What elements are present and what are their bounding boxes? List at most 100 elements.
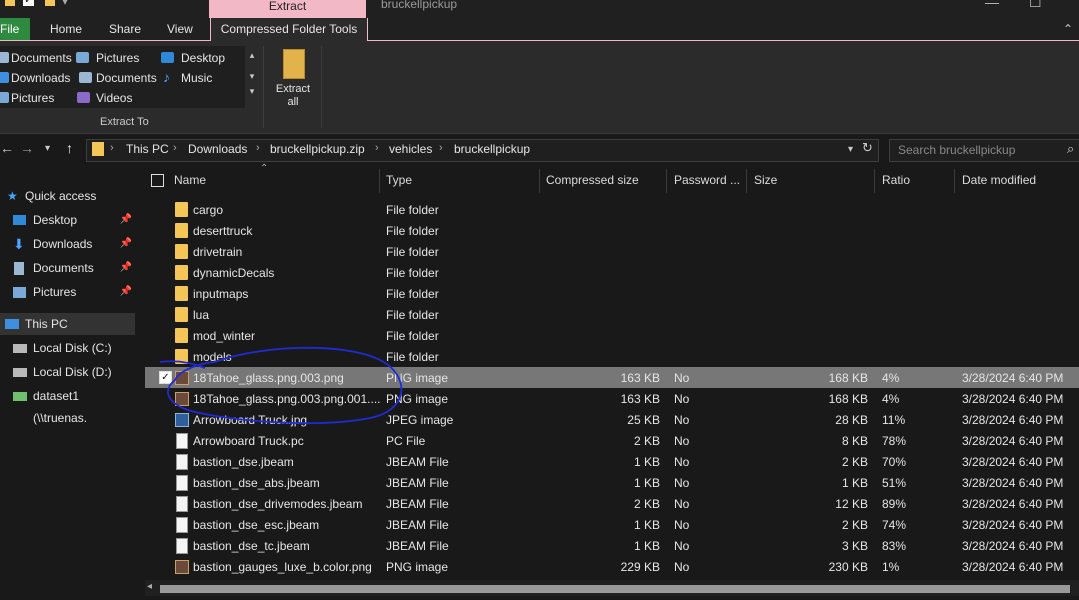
chevron-down-icon[interactable]: ▾ xyxy=(45,143,50,154)
refresh-icon[interactable]: ↻ xyxy=(862,140,873,156)
minimize-icon[interactable]: — xyxy=(985,0,999,10)
search-icon[interactable]: ⌕ xyxy=(1067,141,1074,157)
up-icon[interactable]: ↑ xyxy=(66,140,73,156)
nav-local-disk-d[interactable]: Local Disk (D:) xyxy=(0,361,135,383)
table-row[interactable]: 18Tahoe_glass.png.003.png.001.... PNG ima… xyxy=(145,388,1079,409)
gallery-documents[interactable]: Documents xyxy=(11,51,72,65)
column-compressed-size[interactable]: Compressed size xyxy=(546,173,639,187)
music-icon: ♪ xyxy=(163,69,170,85)
nav-documents[interactable]: Documents 📌 xyxy=(0,257,135,279)
column-date-modified[interactable]: Date modified xyxy=(962,173,1036,187)
column-divider[interactable] xyxy=(539,169,540,193)
breadcrumb-downloads[interactable]: Downloads xyxy=(188,142,247,156)
table-row[interactable]: inputmaps File folder xyxy=(145,283,1079,304)
gallery-music[interactable]: Music xyxy=(181,71,212,85)
breadcrumb-bruckellpickup[interactable]: bruckellpickup xyxy=(454,142,530,156)
drive-icon xyxy=(13,368,27,377)
expand-icon[interactable]: ▾ xyxy=(245,86,259,97)
table-row[interactable]: bastion_dse_abs.jbeam JBEAM File 1 KB No 1 K… xyxy=(145,472,1079,493)
breadcrumb-zip[interactable]: bruckellpickup.zip xyxy=(270,142,365,156)
chevron-down-icon[interactable]: ▾ xyxy=(245,71,259,82)
gallery-documents-2[interactable]: Documents xyxy=(96,71,157,85)
folder-icon xyxy=(175,328,188,343)
search-input[interactable]: Search bruckellpickup xyxy=(898,143,1015,157)
gallery-downloads[interactable]: Downloads xyxy=(11,71,70,85)
column-type[interactable]: Type xyxy=(386,173,412,187)
folder-icon xyxy=(175,307,188,322)
nav-desktop[interactable]: Desktop 📌 xyxy=(0,209,135,231)
table-row[interactable]: Arrowboard Truck.pc PC File 2 KB No 8 KB 78% 3… xyxy=(145,430,1079,451)
file-date: 3/28/2024 6:40 PM xyxy=(962,455,1064,469)
column-divider[interactable] xyxy=(954,169,955,193)
tab-home[interactable]: Home xyxy=(50,18,82,40)
table-row[interactable]: lua File folder xyxy=(145,304,1079,325)
column-divider[interactable] xyxy=(379,169,380,193)
gallery-desktop[interactable]: Desktop xyxy=(181,51,225,65)
table-row[interactable]: models File folder xyxy=(145,346,1079,367)
table-row[interactable]: bastion_dse_drivemodes.jbeam JBEAM File 2 … xyxy=(145,493,1079,514)
folder-icon xyxy=(92,142,104,156)
table-row[interactable]: bastion_dse_esc.jbeam JBEAM File 1 KB No 2 K… xyxy=(145,514,1079,535)
table-row[interactable]: bastion_dse.jbeam JBEAM File 1 KB No 2 KB 70%… xyxy=(145,451,1079,472)
gallery-pictures[interactable]: Pictures xyxy=(96,51,139,65)
breadcrumb-vehicles[interactable]: vehicles xyxy=(389,142,432,156)
nav-downloads[interactable]: ⬇ Downloads 📌 xyxy=(0,233,135,255)
chevron-up-icon[interactable]: ⌃ xyxy=(1063,18,1073,40)
table-row[interactable]: dynamicDecals File folder xyxy=(145,262,1079,283)
select-all-checkbox[interactable] xyxy=(151,174,164,187)
maximize-icon[interactable]: ☐ xyxy=(1029,0,1042,11)
nav-network-drive[interactable]: dataset1 (\\truenas. xyxy=(0,385,135,425)
chevron-down-icon[interactable]: ▾ xyxy=(848,144,853,155)
table-row[interactable]: mod_winter File folder xyxy=(145,325,1079,346)
column-divider[interactable] xyxy=(746,169,747,193)
column-ratio[interactable]: Ratio xyxy=(882,173,910,187)
forward-icon[interactable]: → xyxy=(20,140,34,156)
gallery-pictures-2[interactable]: Pictures xyxy=(11,91,54,105)
scrollbar-thumb[interactable] xyxy=(160,585,1070,593)
png-image-icon xyxy=(175,392,189,406)
breadcrumb-this-pc[interactable]: This PC xyxy=(126,142,169,156)
pin-icon[interactable]: 📌 xyxy=(120,233,132,255)
nav-pictures[interactable]: Pictures 📌 xyxy=(0,281,135,303)
nav-this-pc[interactable]: This PC xyxy=(0,313,135,335)
nav-local-disk-c[interactable]: Local Disk (C:) xyxy=(0,337,135,359)
checkbox-icon[interactable]: ✓ xyxy=(23,0,34,6)
nav-quick-access[interactable]: ★ Quick access xyxy=(0,185,135,207)
file-size: 1 KB xyxy=(841,476,868,490)
pin-icon[interactable]: 📌 xyxy=(120,281,132,303)
pin-icon[interactable]: 📌 xyxy=(120,209,132,231)
gallery-scroll[interactable]: ▴ ▾ ▾ xyxy=(245,46,259,108)
file-type: File folder xyxy=(386,329,439,343)
chevron-up-icon[interactable]: ▴ xyxy=(245,50,259,61)
column-divider[interactable] xyxy=(874,169,875,193)
pin-icon[interactable]: 📌 xyxy=(120,257,132,279)
extract-all-button[interactable]: Extract all xyxy=(272,83,314,109)
table-row[interactable]: bastion_gauges_luxe_b.color.png PNG image… xyxy=(145,556,1079,577)
table-row[interactable]: bastion_dse_tc.jbeam JBEAM File 1 KB No 3 KB… xyxy=(145,535,1079,556)
ribbon-divider xyxy=(321,46,322,128)
table-row[interactable]: drivetrain File folder xyxy=(145,241,1079,262)
chevron-down-icon[interactable]: ▾ xyxy=(62,0,68,8)
column-password[interactable]: Password ... xyxy=(674,173,740,187)
column-size[interactable]: Size xyxy=(754,173,777,187)
breadcrumb-separator: › xyxy=(110,142,114,154)
table-row[interactable]: deserttruck File folder xyxy=(145,220,1079,241)
desktop-icon xyxy=(13,215,26,225)
tab-share[interactable]: Share xyxy=(109,18,141,40)
zip-folder-icon[interactable] xyxy=(283,49,305,79)
tab-file[interactable]: File xyxy=(0,18,30,40)
column-name[interactable]: Name xyxy=(174,173,206,187)
file-password: No xyxy=(674,371,690,385)
scroll-left-icon[interactable]: ◂ xyxy=(147,581,152,592)
table-row[interactable]: ✓ 18Tahoe_glass.png.003.png PNG image 163 K… xyxy=(145,367,1079,388)
gallery-videos[interactable]: Videos xyxy=(96,91,132,105)
tab-view[interactable]: View xyxy=(167,18,193,40)
column-divider[interactable] xyxy=(666,169,667,193)
pictures-icon xyxy=(0,92,9,103)
tab-compressed-folder-tools[interactable]: Compressed Folder Tools xyxy=(210,18,368,41)
ribbon-divider xyxy=(263,46,264,128)
back-icon[interactable]: ← xyxy=(0,140,14,156)
table-row[interactable]: cargo File folder xyxy=(145,199,1079,220)
table-row[interactable]: Arrowboard Truck.jpg JPEG image 25 KB No 28 … xyxy=(145,409,1079,430)
row-checkbox[interactable]: ✓ xyxy=(159,371,172,384)
